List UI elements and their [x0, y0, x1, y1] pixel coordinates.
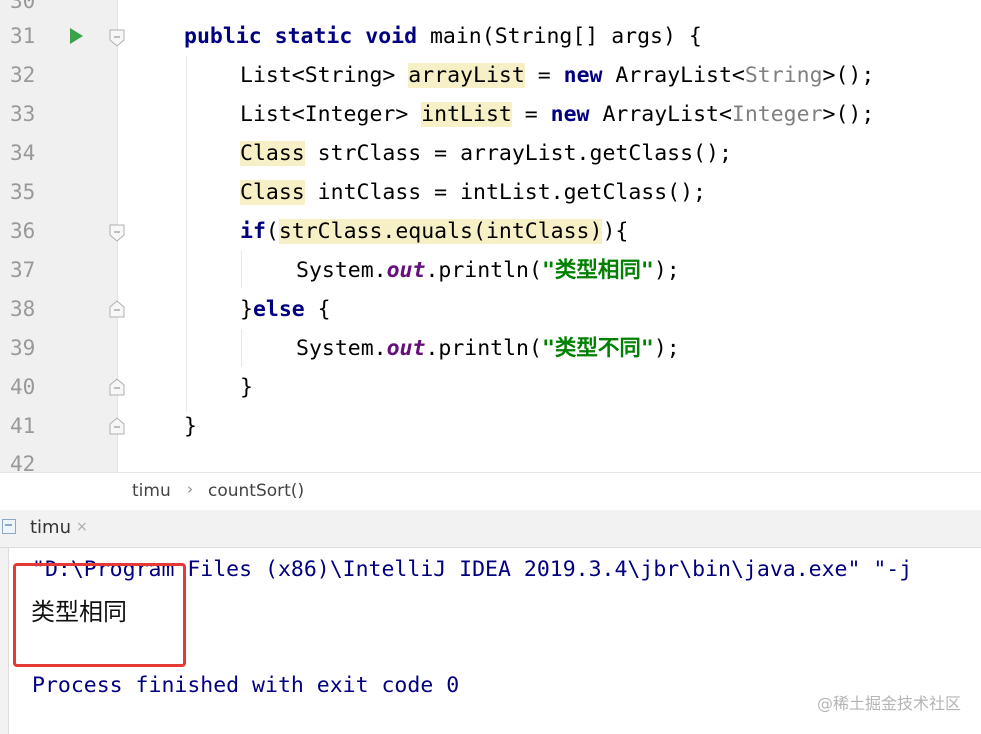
code-line[interactable]: if(strClass.equals(intClass)){	[240, 212, 628, 251]
run-tab-label[interactable]: timu	[30, 517, 71, 538]
code-token: "类型相同"	[541, 258, 654, 283]
code-token: intClass = intList.getClass();	[304, 180, 707, 205]
code-token: System.	[296, 336, 387, 361]
code-line[interactable]: System.out.println("类型不同");	[296, 329, 680, 368]
line-number: 39	[10, 336, 36, 360]
breadcrumb: timu › countSort()	[0, 472, 981, 510]
fold-collapse-icon[interactable]	[109, 29, 125, 47]
code-token: System.	[296, 258, 387, 283]
indent-guide	[241, 329, 242, 367]
code-line[interactable]: List<Integer> intList = new ArrayList<In…	[240, 95, 874, 134]
code-token: new	[550, 102, 590, 127]
code-token: }	[184, 414, 197, 439]
code-token: (	[265, 219, 279, 244]
code-line[interactable]: System.out.println("类型相同");	[296, 251, 680, 290]
code-line[interactable]: Class strClass = arrayList.getClass();	[240, 134, 732, 173]
code-token: >();	[822, 102, 875, 127]
code-token: .println(	[425, 258, 542, 283]
code-token: ArrayList<	[602, 63, 745, 88]
code-token: static	[274, 24, 353, 49]
code-token: "类型不同"	[541, 336, 654, 361]
code-token: );	[653, 258, 680, 283]
code-line[interactable]: List<String> arrayList = new ArrayList<S…	[240, 56, 874, 95]
line-number: 41	[10, 414, 36, 438]
code-token: Integer	[731, 102, 823, 127]
fold-end-icon[interactable]	[109, 300, 125, 318]
line-number: 34	[10, 141, 36, 165]
code-token: }	[240, 297, 253, 322]
code-line[interactable]: Class intClass = intList.getClass();	[240, 173, 706, 212]
fold-collapse-icon[interactable]	[109, 224, 125, 242]
code-token: public	[184, 24, 262, 49]
code-token: else	[252, 297, 305, 322]
code-token: void	[365, 24, 418, 49]
code-token: List<Integer>	[240, 102, 422, 127]
code-token: ArrayList<	[589, 102, 732, 127]
code-token: ){	[602, 219, 629, 244]
indent-guide	[186, 56, 187, 412]
line-number: 38	[10, 297, 36, 321]
code-line[interactable]: }else {	[240, 290, 331, 329]
code-token: strClass.equals(intClass)	[278, 219, 603, 244]
breadcrumb-separator: ›	[187, 480, 193, 498]
console-exit-line: Process finished with exit code 0	[32, 673, 460, 698]
code-token: Class	[240, 180, 305, 205]
run-tool-window-header: timu ×	[0, 510, 981, 548]
code-line[interactable]: }	[240, 368, 253, 407]
code-token: new	[563, 63, 603, 88]
code-line[interactable]: }	[184, 407, 197, 446]
close-tab-icon[interactable]: ×	[76, 519, 88, 535]
fold-end-icon[interactable]	[109, 417, 125, 435]
code-token: .println(	[425, 336, 542, 361]
code-token: >();	[822, 63, 875, 88]
fold-end-icon[interactable]	[109, 378, 125, 396]
code-token: main(String[] args) {	[417, 24, 702, 49]
line-number: 35	[10, 180, 36, 204]
line-number: 37	[10, 258, 36, 282]
line-number: 36	[10, 219, 36, 243]
code-token: String	[744, 63, 823, 88]
code-token: =	[524, 63, 564, 88]
code-token: Class	[240, 141, 305, 166]
code-token: strClass = arrayList.getClass();	[304, 141, 732, 166]
code-token: out	[386, 336, 426, 361]
line-number: 40	[10, 375, 36, 399]
run-main-icon[interactable]	[70, 28, 83, 44]
line-number: 32	[10, 63, 36, 87]
indent-guide	[241, 250, 242, 288]
breadcrumb-item-method[interactable]: countSort()	[208, 481, 304, 501]
line-number: 42	[10, 452, 36, 472]
code-token: {	[304, 297, 331, 322]
highlight-annotation-box	[13, 563, 186, 667]
code-token: intList	[421, 102, 512, 127]
code-token: arrayList	[408, 63, 525, 88]
code-token: );	[653, 336, 680, 361]
console-toolbar-strip	[0, 548, 9, 734]
breadcrumb-item-class[interactable]: timu	[132, 481, 171, 501]
console-tab-icon	[2, 519, 16, 534]
code-editor[interactable]: 30 42 31 32 33 34 35 36 37 38 39 40 41 public stat…	[0, 0, 981, 472]
code-token: if	[240, 219, 266, 244]
code-line[interactable]: public static void main(String[] args) {	[184, 17, 702, 56]
code-token: List<String>	[240, 63, 409, 88]
code-token: =	[511, 102, 551, 127]
line-number: 33	[10, 102, 36, 126]
watermark: @稀土掘金技术社区	[816, 694, 961, 713]
code-token: out	[386, 258, 426, 283]
line-number: 31	[10, 24, 36, 48]
code-token: }	[240, 375, 253, 400]
